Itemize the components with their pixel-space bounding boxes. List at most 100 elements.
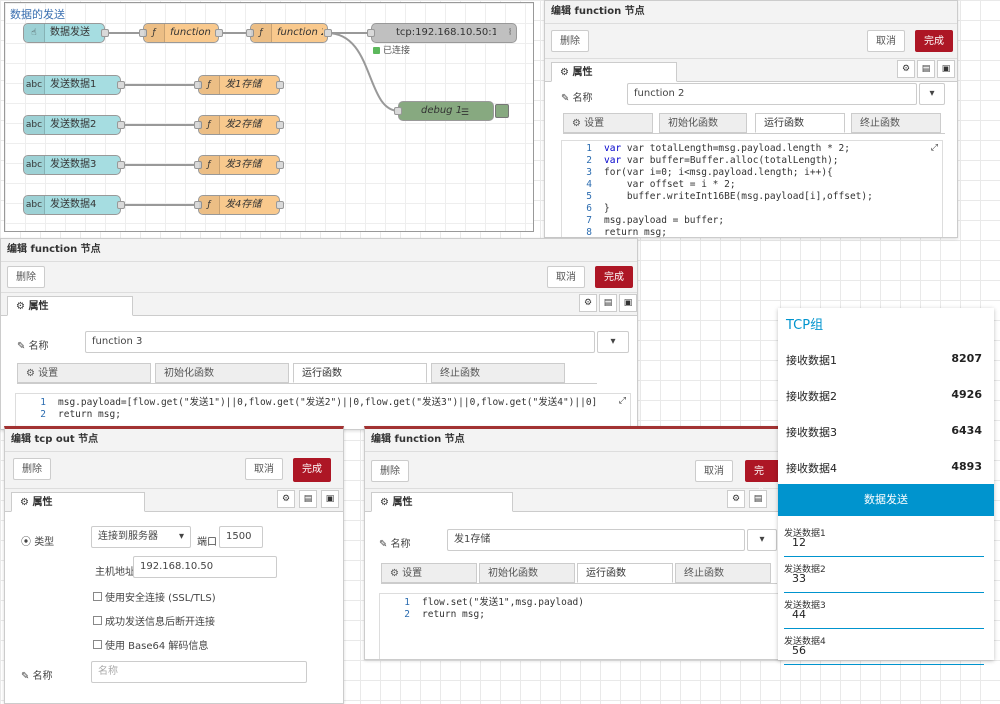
checkbox[interactable] <box>93 616 102 625</box>
output-port[interactable] <box>117 81 125 89</box>
cancel-button[interactable]: 取消 <box>245 458 283 480</box>
node-store2[interactable]: ƒ 发2存储 <box>194 115 284 135</box>
name-field[interactable]: 名称 <box>91 661 307 683</box>
tab-properties[interactable]: ⚙ 属性 <box>371 492 513 512</box>
appearance-icon[interactable]: ▣ <box>321 490 339 508</box>
function-tabs: ⚙ 设置 初始化函数 运行函数 终止函数 <box>381 563 777 584</box>
base64-option[interactable]: 使用 Base64 解码信息 <box>93 637 208 652</box>
output-port[interactable] <box>276 121 284 129</box>
expand-icon[interactable]: ⤢ <box>619 396 626 406</box>
library-icon[interactable]: ▾ <box>919 83 945 105</box>
node-inject-send[interactable]: ☝ 数据发送 <box>23 23 109 43</box>
library-icon[interactable]: ▾ <box>747 529 777 551</box>
node-function3[interactable]: ƒ function 3 <box>139 23 223 43</box>
tab-init[interactable]: 初始化函数 <box>479 563 575 583</box>
output-port[interactable] <box>324 29 332 37</box>
tab-stop[interactable]: 终止函数 <box>431 363 565 383</box>
tab-init[interactable]: 初始化函数 <box>659 113 747 133</box>
send-field-3[interactable]: 发送数据3 44 <box>784 598 984 629</box>
node-send3[interactable]: abc 发送数据3 <box>23 155 125 175</box>
input-port[interactable] <box>367 29 375 37</box>
delete-button[interactable]: 删除 <box>7 266 45 288</box>
done-button[interactable]: 完成 <box>293 458 331 482</box>
name-field[interactable]: function 3 <box>85 331 595 353</box>
tab-settings[interactable]: ⚙ 设置 <box>563 113 653 133</box>
output-port[interactable] <box>215 29 223 37</box>
output-port[interactable] <box>117 161 125 169</box>
panel-toolbar: 删除 取消 完成 <box>1 262 637 293</box>
description-icon[interactable]: ▤ <box>917 60 935 78</box>
host-field[interactable]: 192.168.10.50 <box>133 556 277 578</box>
type-select[interactable]: 连接到服务器 ▾ <box>91 526 191 548</box>
tab-settings[interactable]: ⚙ 设置 <box>17 363 151 383</box>
node-send4[interactable]: abc 发送数据4 <box>23 195 125 215</box>
description-icon[interactable]: ▤ <box>299 490 317 508</box>
library-icon[interactable]: ▾ <box>597 331 629 353</box>
node-tcp-out[interactable]: tcp:192.168.10.50:1500 ⦚ <box>367 23 517 43</box>
cancel-button[interactable]: 取消 <box>547 266 585 288</box>
code-editor[interactable]: 1 msg.payload=[flow.get("发送1")||0,flow.ge… <box>15 393 631 429</box>
output-port[interactable] <box>117 121 125 129</box>
tab-run[interactable]: 运行函数 <box>755 113 845 133</box>
expand-icon[interactable]: ⤢ <box>931 143 938 153</box>
checkbox[interactable] <box>93 640 102 649</box>
debug-toggle-button[interactable] <box>495 104 509 118</box>
send-field-4[interactable]: 发送数据4 56 <box>784 634 984 665</box>
tab-run[interactable]: 运行函数 <box>293 363 427 383</box>
delete-button[interactable]: 删除 <box>371 460 409 482</box>
node-store3[interactable]: ƒ 发3存储 <box>194 155 284 175</box>
node-store4[interactable]: ƒ 发4存储 <box>194 195 284 215</box>
input-port[interactable] <box>394 107 402 115</box>
node-function2[interactable]: ƒ function 2 <box>246 23 332 43</box>
node-send2[interactable]: abc 发送数据2 <box>23 115 125 135</box>
tab-stop[interactable]: 终止函数 <box>851 113 941 133</box>
close-option[interactable]: 成功发送信息后断开连接 <box>93 613 215 628</box>
node-store1[interactable]: ƒ 发1存储 <box>194 75 284 95</box>
description-icon[interactable]: ▤ <box>749 490 767 508</box>
output-port[interactable] <box>101 29 109 37</box>
tab-settings[interactable]: ⚙ 设置 <box>381 563 477 583</box>
function-icon: ƒ <box>199 116 220 134</box>
host-label: 主机地址 <box>95 567 135 578</box>
function-tabs: ⚙ 设置 初始化函数 运行函数 终止函数 <box>17 363 597 384</box>
code-editor[interactable]: 1 flow.set("发送1",msg.payload) 2 return msg… <box>379 593 779 659</box>
code-editor[interactable]: 1 var var totalLength=msg.payload.length … <box>561 140 943 237</box>
editor-store1: 编辑 function 节点 删除 取消 完成 ⚙ 属性 ⚙ ▤ ✎ 名称 发1… <box>364 426 782 660</box>
description-icon[interactable]: ▤ <box>599 294 617 312</box>
delete-button[interactable]: 删除 <box>13 458 51 480</box>
node-debug[interactable]: debug 1 ☰ <box>394 101 509 121</box>
output-port[interactable] <box>117 201 125 209</box>
name-field[interactable]: function 2 <box>627 83 917 105</box>
tab-properties[interactable]: ⚙ 属性 <box>7 296 133 316</box>
tab-properties[interactable]: ⚙ 属性 <box>551 62 677 82</box>
done-button[interactable]: 完成 <box>915 30 953 52</box>
send-data-button[interactable]: 数据发送 <box>778 484 994 516</box>
cancel-button[interactable]: 取消 <box>867 30 905 52</box>
tab-stop[interactable]: 终止函数 <box>675 563 771 583</box>
output-port[interactable] <box>276 81 284 89</box>
checkbox[interactable] <box>93 592 102 601</box>
send-field-2[interactable]: 发送数据2 33 <box>784 562 984 593</box>
debug-list-icon: ☰ <box>460 108 469 118</box>
send-field-1[interactable]: 发送数据1 12 <box>784 526 984 557</box>
tab-properties[interactable]: ⚙ 属性 <box>11 492 145 512</box>
done-button[interactable]: 完成 <box>745 460 781 499</box>
done-button[interactable]: 完成 <box>595 266 633 288</box>
cancel-button[interactable]: 取消 <box>695 460 733 482</box>
tab-run[interactable]: 运行函数 <box>577 563 673 583</box>
node-send1[interactable]: abc 发送数据1 <box>23 75 125 95</box>
flow-canvas[interactable]: 数据的发送 ☝ 数据发送 ƒ function 3 ƒ function 2 t… <box>4 2 534 232</box>
tab-init[interactable]: 初始化函数 <box>155 363 289 383</box>
output-port[interactable] <box>276 161 284 169</box>
gear-icon[interactable]: ⚙ <box>277 490 295 508</box>
appearance-icon[interactable]: ▣ <box>937 60 955 78</box>
delete-button[interactable]: 删除 <box>551 30 589 52</box>
output-port[interactable] <box>276 201 284 209</box>
ssl-option[interactable]: 使用安全连接 (SSL/TLS) <box>93 589 216 604</box>
name-field[interactable]: 发1存储 <box>447 529 745 551</box>
gear-icon[interactable]: ⚙ <box>727 490 745 508</box>
gear-icon[interactable]: ⚙ <box>579 294 597 312</box>
gear-icon[interactable]: ⚙ <box>897 60 915 78</box>
port-field[interactable]: 1500 <box>219 526 263 548</box>
appearance-icon[interactable]: ▣ <box>619 294 637 312</box>
